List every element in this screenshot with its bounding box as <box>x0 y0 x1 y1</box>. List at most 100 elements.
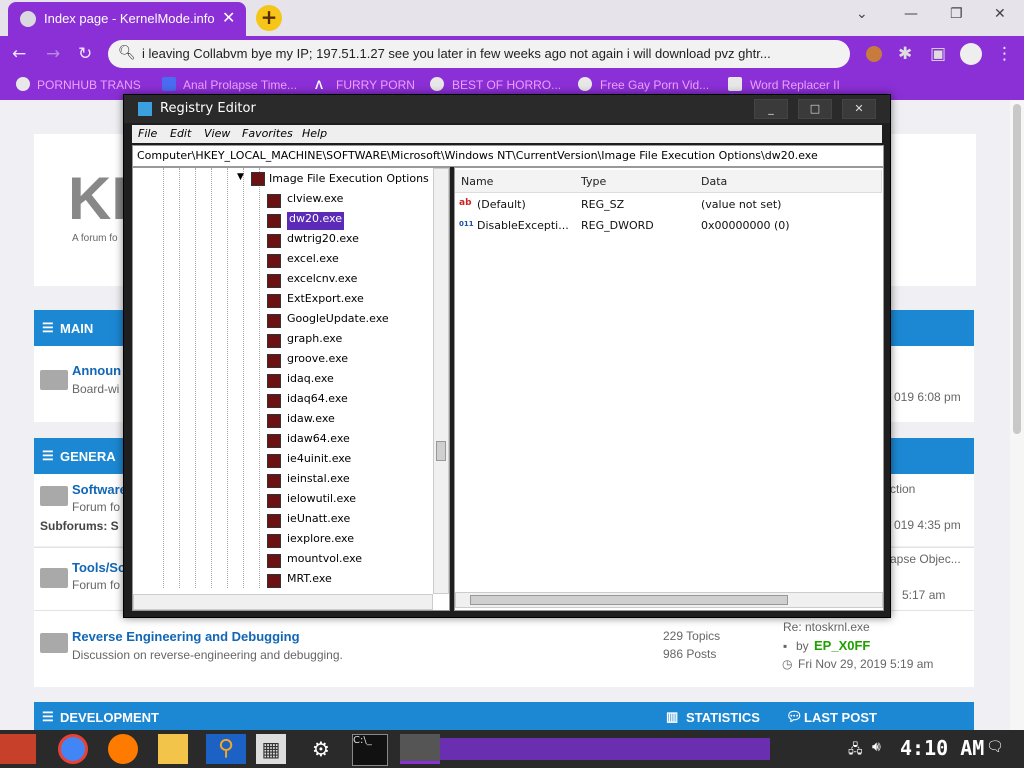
section-development-header: ☰ DEVELOPMENT ▥ STATISTICS 💬︎ LAST POST <box>34 702 974 730</box>
bookmark-item[interactable]: FURRY PORN <box>336 78 415 92</box>
profile-avatar[interactable] <box>960 43 982 65</box>
forum-title-link[interactable]: Announ <box>72 363 121 378</box>
start-button[interactable] <box>0 734 36 764</box>
key-icon <box>267 334 281 348</box>
tree-key[interactable]: groove.exe <box>267 352 348 370</box>
menu-view[interactable]: View <box>204 127 230 140</box>
tree-key[interactable]: graph.exe <box>267 332 342 350</box>
menu-file[interactable]: File <box>138 127 157 140</box>
maximize-button[interactable]: □ <box>798 99 832 119</box>
calculator-icon[interactable]: ▦ <box>256 734 286 764</box>
terminal-icon[interactable]: C:\_ <box>352 734 388 766</box>
menu-favorites[interactable]: Favorites <box>242 127 293 140</box>
tree-key[interactable]: idaw.exe <box>267 412 335 430</box>
minimize-button[interactable]: _ <box>754 99 788 119</box>
values-horizontal-scrollbar[interactable] <box>455 592 883 608</box>
tab-active[interactable]: Index page - KernelMode.info ✕ <box>8 2 246 36</box>
tree-key-selected[interactable]: dw20.exe <box>267 212 344 230</box>
key-icon <box>267 474 281 488</box>
column-header-data[interactable]: Data <box>695 170 882 193</box>
scrollbar-thumb[interactable] <box>470 595 788 605</box>
volume-icon[interactable]: 🔊︎ <box>872 739 881 755</box>
reload-icon[interactable]: ↻ <box>78 44 92 64</box>
value-row[interactable]: 011 DisableExcepti... REG_DWORD 0x000000… <box>459 217 879 235</box>
tree-key[interactable]: ieUnatt.exe <box>267 512 350 530</box>
chrome-icon[interactable] <box>58 734 88 764</box>
bookmark-item[interactable]: BEST OF HORRO... <box>452 78 561 92</box>
tree-vertical-scrollbar[interactable] <box>433 168 449 594</box>
minimize-icon[interactable]: — <box>904 6 918 22</box>
registry-editor-taskbar-button[interactable] <box>400 734 440 764</box>
collapse-arrow-icon[interactable]: ▼ <box>237 172 244 182</box>
tree-key[interactable]: idaq64.exe <box>267 392 348 410</box>
tree-key[interactable]: ielowutil.exe <box>267 492 356 510</box>
page-scrollbar[interactable] <box>1010 100 1024 730</box>
new-tab-button[interactable]: + <box>256 5 282 31</box>
address-path-field[interactable]: Computer\HKEY_LOCAL_MACHINE\SOFTWARE\Mic… <box>132 145 884 167</box>
tree-parent-key[interactable]: Image File Execution Options <box>269 172 429 185</box>
last-post-user[interactable]: EP_X0FF <box>814 638 870 653</box>
tree-key[interactable]: GoogleUpdate.exe <box>267 312 389 330</box>
notifications-icon[interactable]: 🗨︎ <box>986 739 1004 755</box>
bookmark-item[interactable]: Word Replacer II <box>750 78 840 92</box>
column-header-name[interactable]: Name <box>455 170 576 193</box>
value-row[interactable]: ab (Default) REG_SZ (value not set) <box>459 196 879 214</box>
extension-icon[interactable] <box>866 46 882 62</box>
bookmark-item[interactable]: PORNHUB TRANS <box>37 78 141 92</box>
tree-key[interactable]: MRT.exe <box>267 572 332 590</box>
sidebar-icon[interactable]: ▣ <box>930 44 946 64</box>
forward-icon[interactable]: → <box>46 44 60 64</box>
tree-key[interactable]: mountvol.exe <box>267 552 362 570</box>
key-icon <box>267 534 281 548</box>
puzzle-icon[interactable]: ✱ <box>898 44 912 64</box>
registry-editor-window[interactable]: Registry Editor _ □ ✕ File Edit View Fav… <box>123 94 891 618</box>
by-label: by <box>796 639 809 653</box>
last-post-title[interactable]: Re: ntoskrnl.exe <box>783 620 870 634</box>
close-window-icon[interactable]: ✕ <box>994 6 1006 22</box>
key-icon <box>267 554 281 568</box>
menu-icon[interactable]: ⋮ <box>996 44 1013 64</box>
tree-key[interactable]: ieinstal.exe <box>267 472 350 490</box>
column-header-type[interactable]: Type <box>575 170 696 193</box>
tree-key[interactable]: idaw64.exe <box>267 432 350 450</box>
forum-title-link[interactable]: Software <box>72 482 127 497</box>
tree-key[interactable]: excel.exe <box>267 252 339 270</box>
bookmark-item[interactable]: Free Gay Porn Vid... <box>600 78 709 92</box>
tab-search-icon[interactable]: ⌄ <box>856 6 868 22</box>
menu-help[interactable]: Help <box>302 127 327 140</box>
tree-horizontal-scrollbar[interactable] <box>133 594 433 610</box>
back-icon[interactable]: ← <box>12 44 26 64</box>
tree-key[interactable]: excelcnv.exe <box>267 272 357 290</box>
tree-key[interactable]: ie4uinit.exe <box>267 452 351 470</box>
tree-key[interactable]: ExtExport.exe <box>267 292 364 310</box>
scrollbar-thumb[interactable] <box>1013 104 1021 434</box>
close-button[interactable]: ✕ <box>842 99 876 119</box>
scrollbar-thumb[interactable] <box>436 441 446 461</box>
menu-edit[interactable]: Edit <box>170 127 191 140</box>
key-icon <box>267 514 281 528</box>
tree-key[interactable]: idaq.exe <box>267 372 334 390</box>
file-explorer-icon[interactable] <box>158 734 188 764</box>
taskbar-clock[interactable]: 4:10 AM <box>900 736 984 760</box>
value-name: DisableExcepti... <box>477 219 569 232</box>
clock-icon: ◷ <box>782 657 793 671</box>
window-titlebar[interactable]: Registry Editor _ □ ✕ <box>124 95 890 123</box>
firefox-icon[interactable] <box>108 734 138 764</box>
restore-icon[interactable]: ❐ <box>950 6 963 22</box>
forum-title-link[interactable]: Tools/Sc <box>72 560 125 575</box>
word-replacer-icon <box>728 77 742 91</box>
settings-gear-icon[interactable]: ⚙ <box>306 734 336 764</box>
tree-key[interactable]: dwtrig20.exe <box>267 232 359 250</box>
tab-close-icon[interactable]: ✕ <box>222 8 235 27</box>
network-icon[interactable]: 🖧 <box>848 740 863 762</box>
statistics-label: STATISTICS <box>686 710 760 725</box>
address-text: i leaving Collabvm bye my IP; 197.51.1.2… <box>142 46 771 61</box>
tree-key[interactable]: iexplore.exe <box>267 532 354 550</box>
forum-title-link[interactable]: Reverse Engineering and Debugging <box>72 629 300 644</box>
site-tagline: A forum fo <box>72 233 118 244</box>
address-bar[interactable]: 🔍︎ i leaving Collabvm bye my IP; 197.51.… <box>108 40 850 68</box>
folder-icon <box>40 633 68 653</box>
search-icon[interactable]: ⚲ <box>206 734 246 764</box>
tree-key[interactable]: clview.exe <box>267 192 343 210</box>
bookmark-item[interactable]: Anal Prolapse Time... <box>183 78 297 92</box>
